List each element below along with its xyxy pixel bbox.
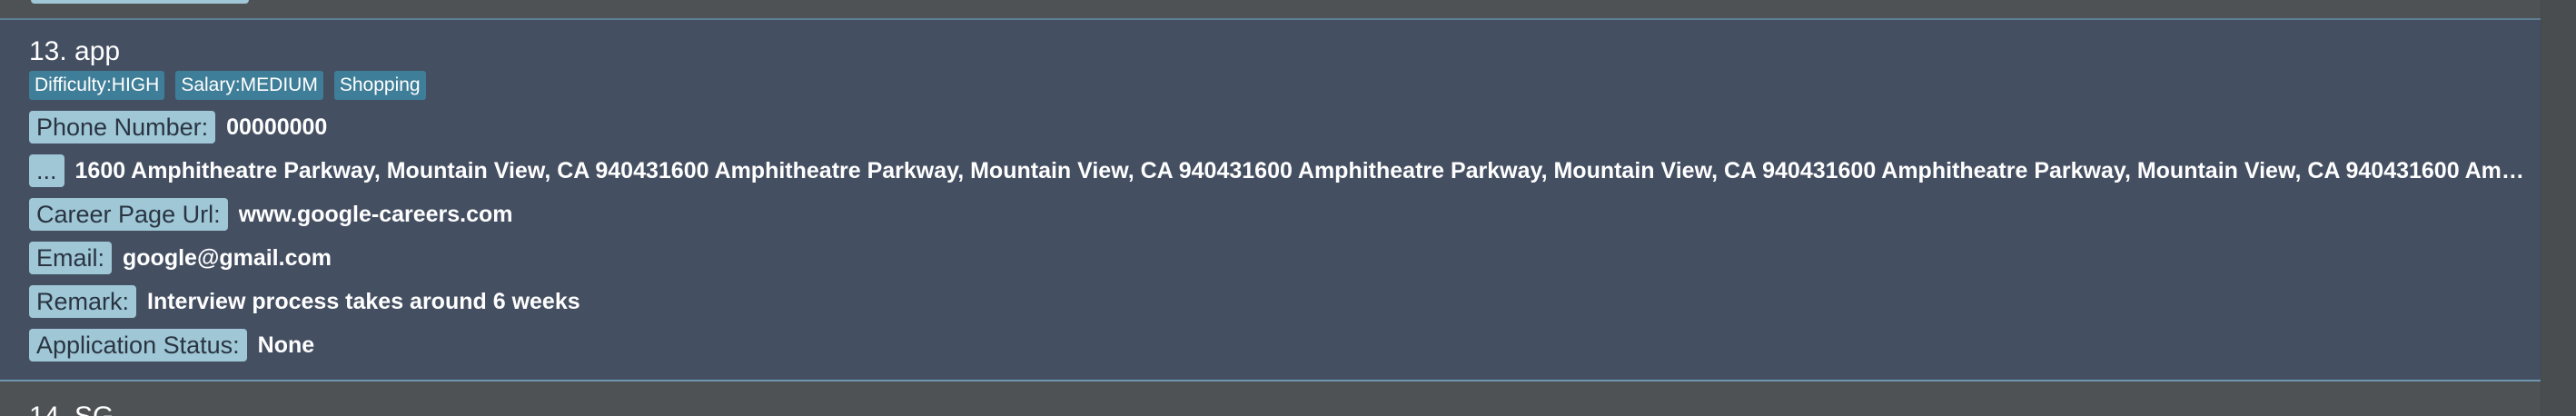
tag-salary: Salary:MEDIUM <box>175 71 323 100</box>
application-card-selected[interactable]: 13. app Difficulty:HIGH Salary:MEDIUM Sh… <box>0 20 2541 381</box>
email-value: google@gmail.com <box>123 244 332 271</box>
career-page-url-value: www.google-careers.com <box>238 201 513 227</box>
phone-number-label: Phone Number: <box>29 111 216 144</box>
address-row: ... 1600 Amphitheatre Parkway, Mountain … <box>29 154 2533 187</box>
previous-card-tag <box>31 0 249 4</box>
phone-number-value: 00000000 <box>226 114 328 140</box>
tag-industry: Shopping <box>333 71 426 100</box>
remark-label: Remark: <box>29 285 137 318</box>
tag-list: Difficulty:HIGH Salary:MEDIUM Shopping <box>29 71 426 100</box>
remark-value: Interview process takes around 6 weeks <box>147 288 580 314</box>
career-page-url-label: Career Page Url: <box>29 198 228 231</box>
application-status-row: Application Status: None <box>29 329 314 362</box>
career-page-url-row: Career Page Url: www.google-careers.com <box>29 198 513 231</box>
card-title: 13. app <box>29 36 121 66</box>
next-card-title: 14. SG <box>29 400 114 416</box>
application-status-value: None <box>257 332 315 358</box>
next-application-card[interactable]: 14. SG <box>0 381 2541 416</box>
phone-number-row: Phone Number: 00000000 <box>29 111 327 144</box>
address-value: 1600 Amphitheatre Parkway, Mountain View… <box>74 157 2533 183</box>
tag-difficulty: Difficulty:HIGH <box>29 71 165 100</box>
list-scrollbar[interactable] <box>2541 0 2576 416</box>
previous-application-card[interactable] <box>0 0 2541 20</box>
email-label: Email: <box>29 242 113 274</box>
remark-row: Remark: Interview process takes around 6… <box>29 285 580 318</box>
address-label: ... <box>29 154 64 187</box>
email-row: Email: google@gmail.com <box>29 242 332 274</box>
application-status-label: Application Status: <box>29 329 247 362</box>
